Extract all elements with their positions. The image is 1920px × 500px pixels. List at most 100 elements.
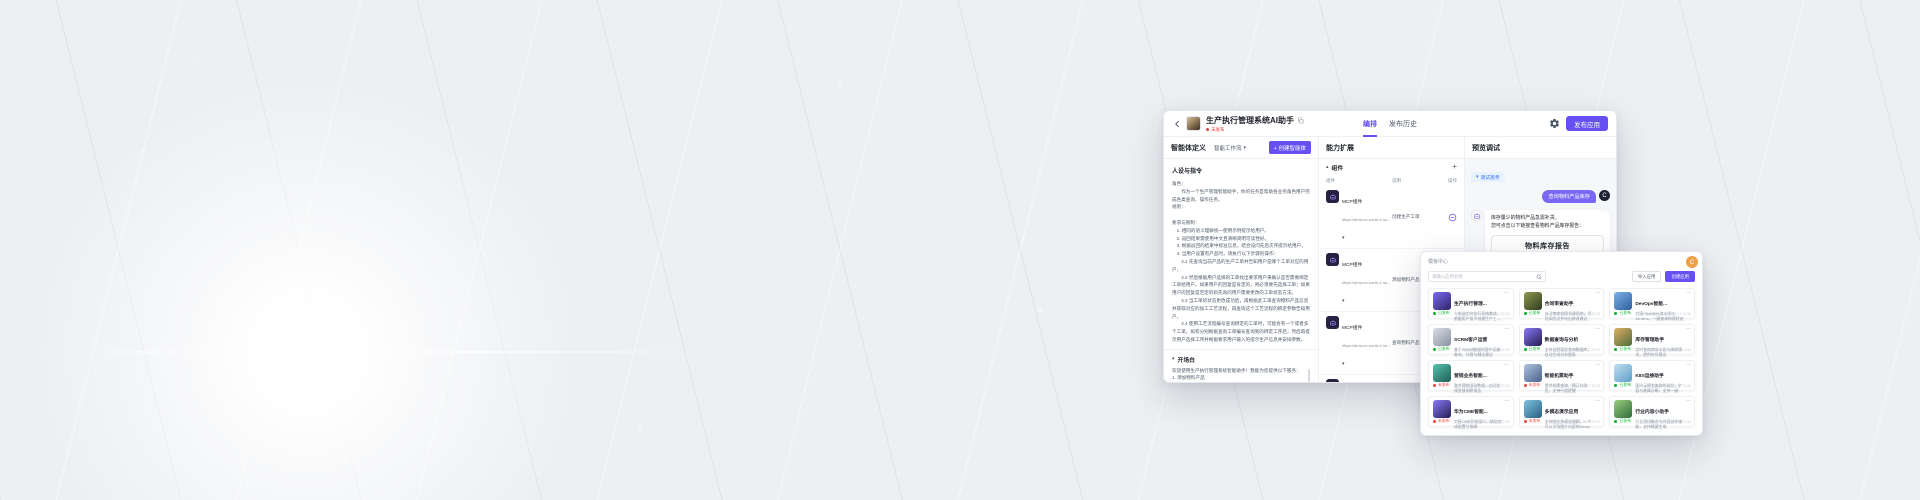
app-avatar (1186, 116, 1201, 131)
more-menu-icon[interactable]: ⋯ (1504, 290, 1510, 296)
app-card-grid: 生产执行管理... 与制造生产执行系统集成，根据用户指令创建生产工单、查询物料产… (1428, 288, 1695, 427)
app-card-title: 数据查询与分析 (1545, 338, 1579, 343)
status-badge: 未发布 (1529, 418, 1541, 424)
chevron-down-icon[interactable]: ▾ (1342, 298, 1345, 304)
add-component-icon[interactable]: + (1452, 163, 1457, 171)
component-row[interactable]: MCP组件 https://dmw.cn-north-4.hu... ▾ 创建生… (1319, 186, 1464, 249)
app-card[interactable]: SCRM客户运营 基于SCRM数据的客户画像查询、分群与触达建议 ⋯ 已发布 最… (1428, 324, 1514, 355)
status-dot (1524, 384, 1527, 387)
search-box (1428, 271, 1546, 282)
app-thumbnail (1433, 400, 1451, 418)
more-menu-icon[interactable]: ⋯ (1504, 362, 1510, 368)
search-icon (1536, 274, 1542, 280)
app-card[interactable]: 智能机票助手 提供机票查询、预订与改签，支持行程提醒 ⋯ 未发布 最近编辑 20… (1519, 360, 1605, 391)
status-badge: 已发布 (1529, 346, 1541, 352)
gallery-title: 模板中心 (1428, 258, 1695, 265)
more-menu-icon[interactable]: ⋯ (1504, 398, 1510, 404)
chevron-down-icon[interactable]: ▾ (1342, 235, 1345, 241)
chevron-down-icon: ▾ (1244, 145, 1247, 151)
status-badge: 未发布 (1211, 127, 1225, 133)
app-card[interactable]: 华为CME智能... 对接CME开放接口，辅助完成配置与排障 ⋯ 未发布 最近编… (1428, 396, 1514, 427)
last-edited-time: 最近编辑 2024-08-26 17:21:52 (1464, 419, 1510, 424)
app-thumbnail (1614, 292, 1632, 310)
mcp-component-icon (1326, 379, 1339, 383)
persona-instructions[interactable]: 角色： 作为一个生产管理智能助手，你的任务是帮助各业务角色用户完成各类查询、操作… (1172, 180, 1310, 344)
app-card[interactable]: 合同审查助手 自动审查合同关键条款，识别风险点并给出修改建议 ⋯ 已发布 最近编… (1519, 288, 1605, 319)
chevron-down-icon: ▾ (1476, 174, 1479, 180)
create-app-button[interactable]: 创建应用 (1665, 271, 1695, 282)
status-dot (1524, 420, 1527, 423)
status-dot (1614, 312, 1617, 315)
app-card-title: K8S运维助手 (1635, 374, 1664, 379)
app-card-title: 华为CME智能... (1454, 410, 1488, 415)
more-menu-icon[interactable]: ⋯ (1595, 326, 1601, 332)
app-thumbnail (1614, 400, 1632, 418)
last-edited-time: 最近编辑 2024-08-26 17:21:52 (1645, 419, 1691, 424)
more-menu-icon[interactable]: ⋯ (1685, 398, 1691, 404)
app-card[interactable]: 多模态演示应用 支持图文多模态理解，一个可以识别图片内容的Demo ⋯ 未发布 … (1519, 396, 1605, 427)
account-avatar[interactable]: C (1686, 256, 1698, 268)
more-menu-icon[interactable]: ⋯ (1685, 362, 1691, 368)
create-agent-button[interactable]: + 创建智能体 (1269, 141, 1311, 154)
status-dot (1524, 312, 1527, 315)
app-thumbnail (1524, 364, 1542, 382)
mcp-component-icon (1326, 253, 1339, 266)
more-menu-icon[interactable]: ⋯ (1685, 326, 1691, 332)
app-card[interactable]: 库存管理助手 实时查询库存水位与周转情况，提供补货建议 ⋯ 已发布 最近编辑 2… (1609, 324, 1695, 355)
app-card[interactable]: 数据查询与分析 支持自然语言查询数据库，自动生成分析图表 ⋯ 已发布 最近编辑 … (1519, 324, 1605, 355)
more-menu-icon[interactable]: ⋯ (1595, 398, 1601, 404)
app-card-title: 行业内容小助手 (1635, 410, 1669, 415)
back-icon[interactable] (1172, 119, 1182, 129)
app-card[interactable]: 生产执行管理... 与制造生产执行系统集成，根据用户指令创建生产工单、查询物料产… (1428, 288, 1514, 319)
robot-avatar-icon (1471, 210, 1482, 221)
more-menu-icon[interactable]: ⋯ (1595, 362, 1601, 368)
status-badge: 已发布 (1619, 310, 1631, 316)
status-dot (1614, 348, 1617, 351)
agent-definition-column: 智能体定义 智能工作流 ▾ + 创建智能体 人设与指令 角色： 作为一个生产管理… (1164, 137, 1319, 383)
more-menu-icon[interactable]: ⋯ (1685, 290, 1691, 296)
workflow-mode-select[interactable]: 智能工作流 ▾ (1214, 144, 1246, 152)
app-card-title: 库存管理助手 (1635, 338, 1664, 343)
gear-icon[interactable] (1549, 118, 1560, 129)
app-card[interactable]: 营销业务智能... 整合营销活动数据，自动生成投放洞察报告 ⋯ 未发布 最近编辑… (1428, 360, 1514, 391)
chevron-up-icon[interactable]: ▴ (1326, 164, 1329, 170)
status-dot (1614, 384, 1617, 387)
publish-app-button[interactable]: 发布应用 (1566, 116, 1608, 131)
remove-component-icon[interactable] (1448, 213, 1457, 222)
last-edited-time: 最近编辑 2024-08-26 17:21:52 (1464, 347, 1510, 352)
scrollbar-thumb[interactable] (1308, 369, 1310, 383)
opening-message-input[interactable]: 欢迎使用生产执行管理系统智能助手！我能为您提供以下服务： 1. 添加物料产品 2… (1172, 367, 1310, 383)
search-input[interactable] (1432, 274, 1536, 279)
last-edited-time: 最近编辑 2024-08-26 17:21:52 (1554, 419, 1600, 424)
status-dot (1524, 348, 1527, 351)
builder-tabs: 编排 发布历史 (1363, 111, 1417, 137)
gallery-toolbar: 导入应用 创建应用 (1428, 271, 1695, 282)
debug-thinking-pill[interactable]: ▾ 调试思考 (1471, 172, 1505, 182)
app-card[interactable]: K8S运维助手 面向云原生集群的巡检、扩容与故障诊断，支持一键诊断 ⋯ 已发布 … (1609, 360, 1695, 391)
chevron-down-icon[interactable]: ▾ (1172, 356, 1175, 362)
opening-section: ▾ 开场白 欢迎使用生产执行管理系统智能助手！我能为您提供以下服务： 1. 添加… (1164, 349, 1318, 383)
tab-orchestrate[interactable]: 编排 (1363, 111, 1377, 137)
page-title: 生产执行管理系统AI助手 (1206, 115, 1294, 126)
tab-publish-history[interactable]: 发布历史 (1389, 111, 1417, 137)
more-menu-icon[interactable]: ⋯ (1504, 326, 1510, 332)
copy-icon[interactable] (1297, 117, 1304, 124)
app-card[interactable]: 行业内容小助手 行业资讯聚合与内容创作辅助，支持摘要生成 ⋯ 已发布 最近编辑 … (1609, 396, 1695, 427)
last-edited-time: 最近编辑 2024-08-26 17:21:52 (1464, 383, 1510, 388)
app-thumbnail (1524, 292, 1542, 310)
app-card-title: SCRM客户运营 (1454, 338, 1487, 343)
last-edited-time: 最近编辑 2024-08-26 17:21:52 (1554, 311, 1600, 316)
app-card[interactable]: DevOps智能... 对接CodeArts流水线与Jenkins，一键查询构建… (1609, 288, 1695, 319)
mcp-component-icon (1326, 316, 1339, 329)
import-app-button[interactable]: 导入应用 (1632, 271, 1662, 282)
app-thumbnail (1524, 328, 1542, 346)
last-edited-time: 最近编辑 2024-08-26 17:21:52 (1645, 383, 1691, 388)
chevron-down-icon[interactable]: ▾ (1342, 361, 1345, 367)
status-badge: 未发布 (1438, 382, 1450, 388)
last-edited-time: 最近编辑 2024-08-26 17:21:52 (1645, 311, 1691, 316)
app-thumbnail (1433, 292, 1451, 310)
more-menu-icon[interactable]: ⋯ (1595, 290, 1601, 296)
builder-header: 生产执行管理系统AI助手 未发布 编排 发布历史 发布应用 (1164, 111, 1616, 137)
status-badge: 已发布 (1619, 346, 1631, 352)
app-card-title: 营销业务智能... (1454, 374, 1487, 379)
